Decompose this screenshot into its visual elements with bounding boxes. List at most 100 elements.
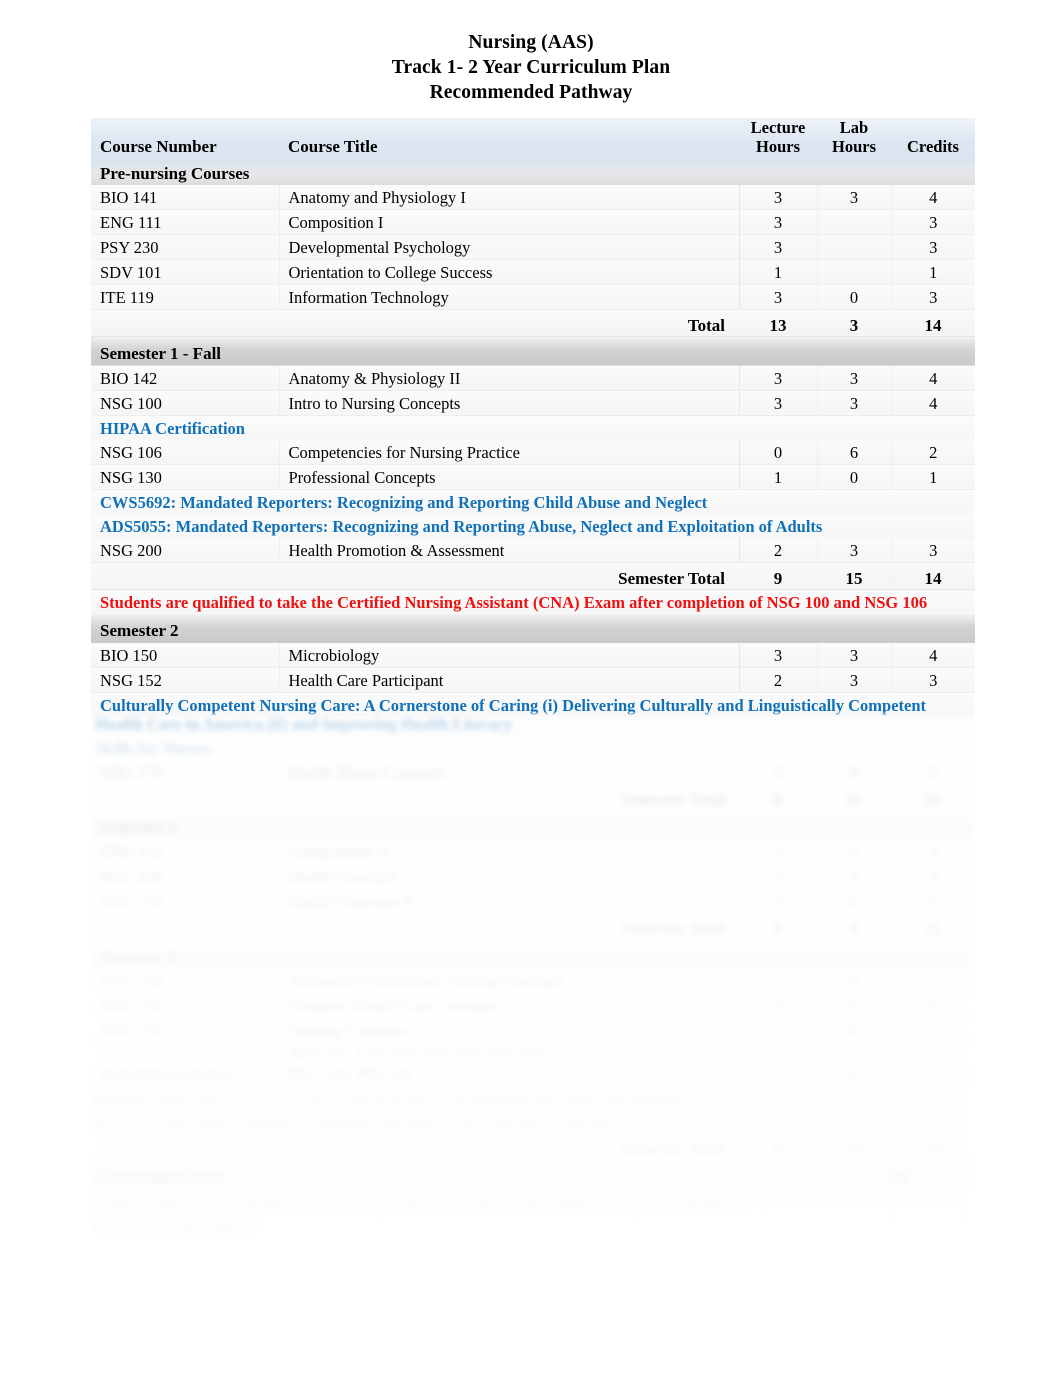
faded-spacer-lec [739,940,817,968]
faded-cell-lab-hours: 6 [817,888,892,914]
faded-spacer-title [279,811,739,839]
faded-total-credits: 11 [891,913,975,941]
faded-cell-lab-hours: 0 [817,1042,892,1086]
faded-table-row: NSG 230 Advanced Professional Nursing Co… [91,968,975,993]
faded-cell-lecture-hours: 1 [739,1017,818,1043]
faded-spacer-lab [817,1159,891,1188]
note-text: ADS5055: Mandated Reporters: Recognizing… [91,513,975,538]
cell-course-title: Professional Concepts [279,464,740,490]
faded-total-credits: 13 [891,1133,975,1161]
note-row-cna-exam: Students are qualified to take the Certi… [91,589,975,614]
cell-lab-hours: 3 [817,537,892,563]
total-lab-hours: 3 [817,309,891,337]
table-row: BIO 141 Anatomy and Physiology I 3 3 4 [91,184,975,210]
faded-spacer-lab [817,940,891,968]
section-header-spacer-lec [739,158,817,185]
header-credits: Credits [891,118,975,159]
section-header-spacer-lec [739,336,817,366]
faded-cell-course-number: ENG 112 [91,839,280,864]
document-title-block: Nursing (AAS) Track 1- 2 Year Curriculum… [0,30,1062,105]
faded-total-lab: 12 [817,1133,891,1161]
section-header-spacer-cred [891,158,975,185]
cell-course-title: Intro to Nursing Concepts [279,390,740,416]
faded-total-credits: 12 [891,784,975,812]
faded-lower-region: Health Care in America (ii) and Improvin… [91,712,975,1272]
cell-lecture-hours: 3 [739,234,818,260]
faded-note-text: Students must take NCLEX review course p… [91,1085,975,1110]
faded-cell-course-title: Composition II [279,839,740,864]
table-row: NSG 106 Competencies for Nursing Practic… [91,439,975,465]
cell-lecture-hours: 3 [739,209,818,235]
faded-cell-course-title: Nursing Capstone [279,1017,740,1043]
header-course-number: Course Number [91,118,279,159]
table-row: ITE 119 Information Technology 3 0 3 [91,284,975,310]
faded-spacer-lec [739,811,817,839]
cell-course-number: NSG 106 [91,439,280,465]
faded-total-spacer [91,1133,279,1161]
table-row: BIO 142 Anatomy & Physiology II 3 3 4 [91,365,975,391]
header-lab-hours-line2: Hours [831,137,876,157]
faded-note-row: Skills for Nurses [91,736,975,760]
cell-credits: 1 [891,259,975,285]
section-header-spacer-title [279,613,739,643]
faded-table-row: NSG 270 Nursing Capstone 1 6 3 [91,1017,975,1043]
cell-course-title: Information Technology [279,284,740,310]
table-row: ENG 111 Composition I 3 3 [91,209,975,235]
section-header-label: Semester 1 - Fall [91,336,279,366]
faded-cell-credits: 3 [891,863,975,889]
faded-cell-lecture-hours: 2 [739,968,818,993]
cell-course-number: SDV 101 [91,259,280,285]
faded-total-row: Semester Total 8 9 11 [91,913,975,941]
faded-note-text: ACLS Certification - Applies to students… [91,1109,975,1134]
table-row: BIO 150 Microbiology 3 3 4 [91,642,975,668]
faded-table-row: NSG 170 Health Illness Concepts 3 6 5 [91,760,975,785]
cell-lab-hours [817,209,892,235]
header-lecture-hours-line1: Lecture [750,118,806,137]
faded-total-row: Semester Total 9 12 13 [91,1133,975,1161]
cell-lecture-hours: 1 [739,464,818,490]
cell-course-number: PSY 230 [91,234,280,260]
page-title-line-2: Track 1- 2 Year Curriculum Plan [391,57,671,78]
faded-section-label: Semester 4 [91,940,279,968]
cell-lecture-hours: 3 [739,365,818,391]
cell-credits: 4 [891,390,975,416]
faded-total-lecture: 8 [739,913,817,941]
faded-note-row: Students must take NCLEX review course p… [91,1085,975,1110]
faded-table-row: ENG 112 Composition II 3 0 3 [91,839,975,864]
faded-total-lecture: 8 [739,784,817,812]
note-text: HIPAA Certification [91,415,975,440]
faded-cell-lab-hours: 3 [817,863,892,889]
faded-cell-lecture-hours: 3 [739,839,818,864]
cell-course-title: Microbiology [279,642,740,668]
cell-lecture-hours: 3 [739,390,818,416]
cell-course-number: NSG 200 [91,537,280,563]
faded-table-row: NSG 252 Complex Health Care Concepts 3 6… [91,992,975,1018]
cell-lab-hours [817,234,892,260]
faded-total-lecture: 9 [739,1133,817,1161]
faded-cell-lecture-hours: 3 [739,760,818,785]
faded-cell-course-number: NSG 230 [91,968,280,993]
faded-total-spacer [91,913,279,941]
cell-lab-hours: 3 [817,365,892,391]
cell-credits: 3 [891,284,975,310]
section-header-semester-2: Semester 2 [91,613,975,643]
faded-cell-credits: 5 [891,992,975,1018]
section-header-pre-nursing: Pre-nursing Courses [91,158,975,185]
cell-lecture-hours: 2 [739,667,818,693]
table-row: NSG 100 Intro to Nursing Concepts 3 3 4 [91,390,975,416]
faded-cell-course-title: ART 101, CST 100, HIS 101, HIS 121, REL 2… [279,1042,740,1086]
faded-cell-course-title: Complex Health Care Concepts [279,992,740,1018]
cell-course-number: BIO 141 [91,184,280,210]
cell-lab-hours: 6 [817,439,892,465]
cell-credits: 3 [891,537,975,563]
section-header-spacer-cred [891,613,975,643]
cell-lab-hours: 3 [817,667,892,693]
cell-course-title: Competencies for Nursing Practice [279,439,740,465]
faded-section-header: Curriculum Total 64 [91,1159,975,1188]
cell-lecture-hours: 0 [739,439,818,465]
faded-cell-credits: 5 [891,760,975,785]
faded-spacer-lec [739,1159,817,1188]
cell-lab-hours: 3 [817,184,892,210]
cell-credits: 3 [891,667,975,693]
faded-note-row: Students must earn a grade of C or bette… [91,1187,975,1212]
